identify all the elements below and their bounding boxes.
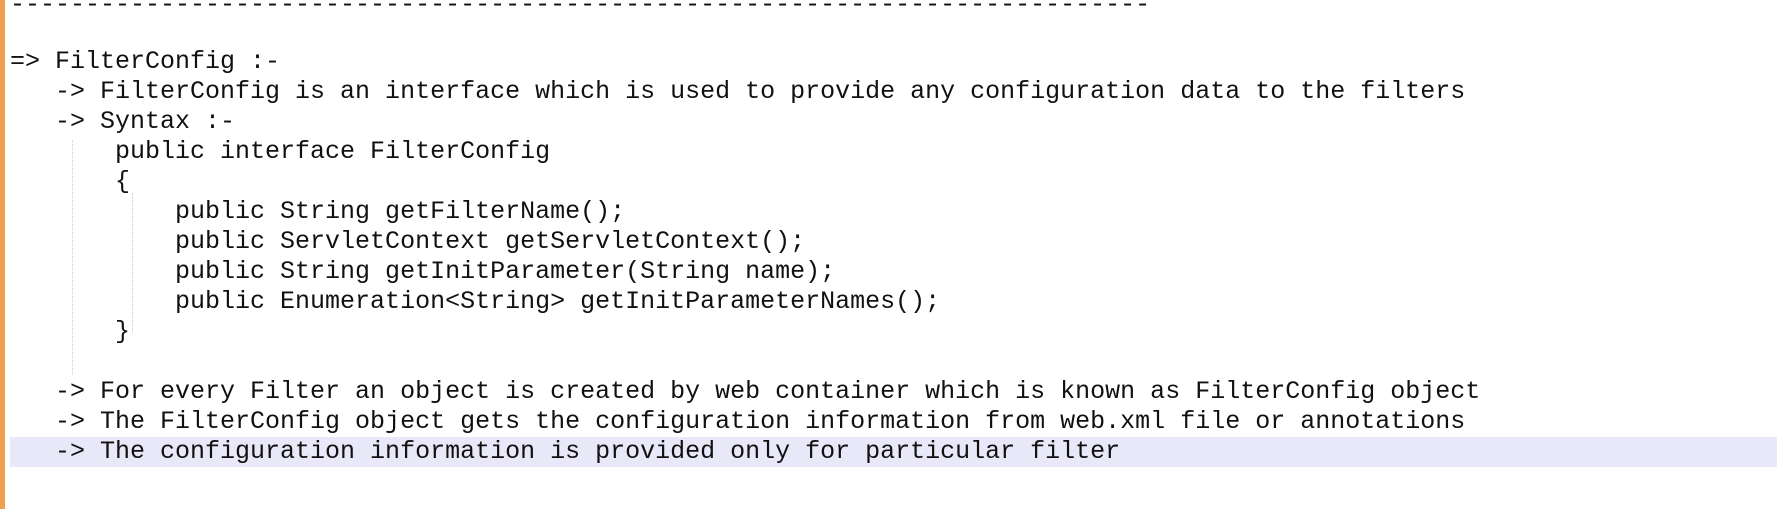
- code-line: public Enumeration<String> getInitParame…: [10, 287, 941, 316]
- text-editor[interactable]: ----------------------------------------…: [0, 0, 1777, 509]
- code-line: public ServletContext getServletContext(…: [10, 227, 806, 256]
- bullet-line: -> FilterConfig is an interface which is…: [10, 77, 1466, 106]
- bullet-line: -> The FilterConfig object gets the conf…: [10, 407, 1466, 436]
- bullet-line: -> Syntax :-: [10, 107, 236, 136]
- bullet-line: -> For every Filter an object is created…: [10, 377, 1481, 406]
- code-line: public String getFilterName();: [10, 197, 626, 226]
- code-line: public interface FilterConfig: [10, 137, 551, 166]
- separator-line: ----------------------------------------…: [10, 0, 1151, 19]
- code-line: {: [10, 167, 131, 196]
- section-heading: => FilterConfig :-: [10, 47, 281, 76]
- code-line: public String getInitParameter(String na…: [10, 257, 836, 286]
- change-margin-bar: [0, 0, 5, 509]
- code-line: }: [10, 317, 131, 346]
- bullet-line: -> The configuration information is prov…: [10, 437, 1121, 466]
